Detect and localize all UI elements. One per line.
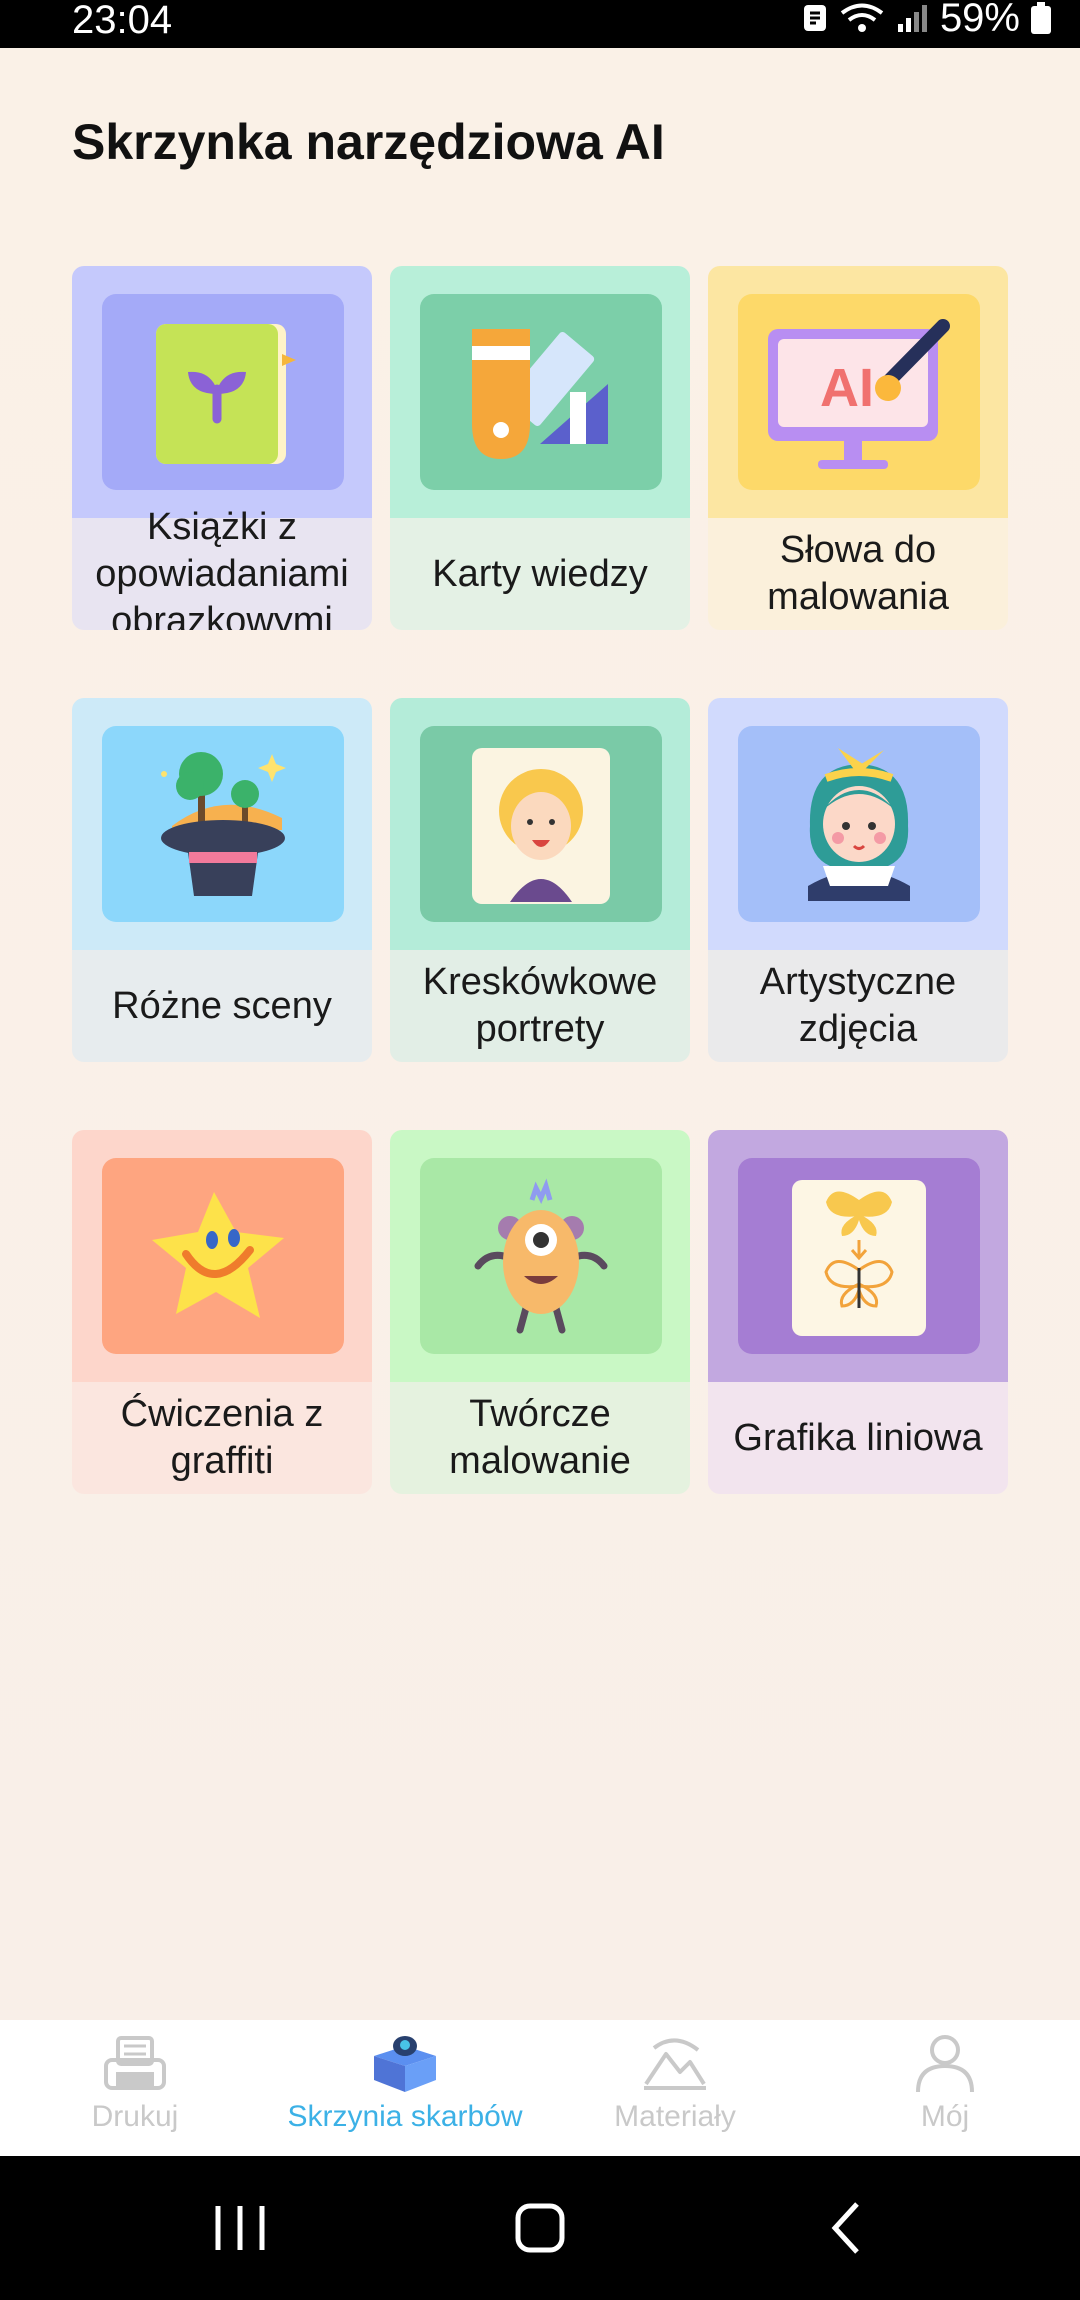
nav-item-materials[interactable]: Materiały — [590, 2020, 760, 2156]
signal-icon — [897, 5, 927, 32]
tool-card-artistic-photos[interactable]: Artystyczne zdjęcia — [708, 698, 1008, 1062]
nav-label: Materiały — [614, 2100, 736, 2133]
graffiti-star-icon — [102, 1158, 344, 1354]
nav-item-print[interactable]: Drukuj — [60, 2020, 210, 2156]
bottom-nav: Drukuj Skrzynia skarbów Materiały Mój — [0, 2020, 1080, 2156]
back-icon — [831, 2202, 859, 2254]
wifi-icon — [840, 3, 884, 32]
app-content: Skrzynka narzędziowa AI Książki z opowia… — [0, 48, 1080, 2020]
svg-text:AI: AI — [820, 358, 874, 418]
butterfly-line-icon — [738, 1158, 980, 1354]
cartoon-portrait-icon — [420, 726, 662, 922]
tool-card-picture-books[interactable]: Książki z opowiadaniami obrazkowymi — [72, 266, 372, 630]
nav-item-treasure-box[interactable]: Skrzynia skarbów — [270, 2020, 540, 2156]
card-label: Twórcze malowanie — [449, 1393, 631, 1482]
treasure-box-icon — [370, 2032, 440, 2094]
tool-card-knowledge-cards[interactable]: Karty wiedzy — [390, 266, 690, 630]
ai-monitor-icon: AI — [738, 294, 980, 490]
recent-apps-button[interactable] — [200, 2196, 280, 2260]
nav-item-profile[interactable]: Mój — [880, 2020, 1010, 2156]
home-button[interactable] — [500, 2196, 580, 2260]
battery-percentage: 59% — [939, 0, 1020, 40]
image-landscape-icon — [640, 2032, 710, 2094]
magic-hat-icon — [102, 726, 344, 922]
card-label: Słowa do malowania — [767, 529, 949, 618]
nav-label: Mój — [920, 2100, 970, 2133]
status-time: 23:04 — [72, 0, 173, 42]
color-swatch-icon — [420, 294, 662, 490]
picture-book-icon — [102, 294, 344, 490]
card-label: Kreskówkowe portrety — [422, 961, 658, 1050]
monster-icon — [420, 1158, 662, 1354]
system-nav-bar — [0, 2156, 1080, 2300]
battery-icon — [1031, 2, 1051, 34]
page-title: Skrzynka narzędziowa AI — [72, 114, 665, 170]
status-bar: 23:04 59% — [0, 0, 1080, 48]
home-icon — [515, 2203, 565, 2253]
tool-card-line-art[interactable]: Grafika liniowa — [708, 1130, 1008, 1494]
notification-icon — [803, 5, 826, 31]
tool-card-graffiti-exercises[interactable]: Ćwiczenia z graffiti — [72, 1130, 372, 1494]
back-button[interactable] — [805, 2196, 885, 2260]
card-label: Karty wiedzy — [432, 552, 648, 595]
card-label: Grafika liniowa — [733, 1416, 983, 1459]
tool-card-cartoon-portraits[interactable]: Kreskówkowe portrety — [390, 698, 690, 1062]
card-label: Artystyczne zdjęcia — [759, 961, 957, 1050]
nav-label: Drukuj — [91, 2100, 179, 2133]
card-label: Różne sceny — [112, 984, 332, 1027]
artistic-girl-icon — [738, 726, 980, 922]
tool-card-various-scenes[interactable]: Różne sceny — [72, 698, 372, 1062]
status-icons: 59% — [802, 0, 1052, 40]
tool-card-painting-words[interactable]: AI Słowa do malowania — [708, 266, 1008, 630]
recent-apps-icon — [215, 2206, 265, 2250]
card-label: Ćwiczenia z graffiti — [120, 1393, 324, 1482]
printer-icon — [100, 2032, 170, 2094]
user-profile-icon — [910, 2032, 980, 2094]
card-label: Książki z opowiadaniami obrazkowymi — [95, 505, 349, 631]
tool-card-creative-painting[interactable]: Twórcze malowanie — [390, 1130, 690, 1494]
nav-label: Skrzynia skarbów — [287, 2100, 523, 2133]
tools-grid: Książki z opowiadaniami obrazkowymi Kart… — [72, 266, 1008, 1494]
